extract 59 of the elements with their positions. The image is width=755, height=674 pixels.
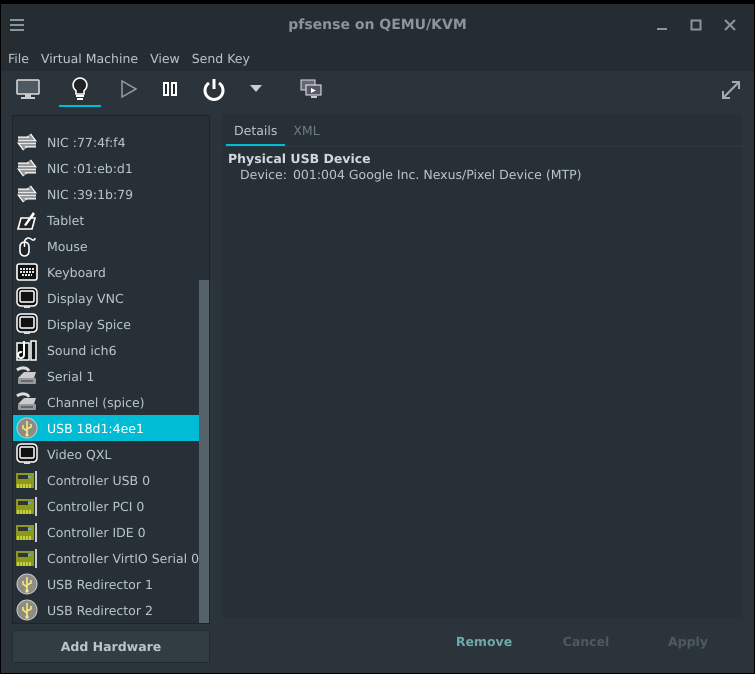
device-item[interactable]: Controller USB 0 — [13, 467, 200, 493]
cable-icon — [15, 392, 39, 412]
circuit-board-icon — [15, 469, 39, 491]
usb-icon — [15, 599, 39, 621]
menu-item[interactable]: View — [150, 50, 180, 66]
monitor-icon — [16, 79, 40, 100]
device-item[interactable]: Controller VirtIO Serial 0 — [13, 545, 200, 571]
menu-item[interactable]: Virtual Machine — [40, 50, 138, 66]
menu-item[interactable]: Send Key — [192, 50, 250, 66]
device-item[interactable]: Display Spice — [13, 311, 200, 337]
maximize-icon[interactable] — [690, 18, 702, 31]
arrows-icon — [15, 157, 39, 179]
scrollbar-thumb[interactable] — [199, 280, 209, 623]
device-item[interactable]: NIC :39:1b:79 — [13, 181, 200, 207]
play-icon — [120, 79, 138, 100]
monitors-icon — [300, 79, 322, 100]
monitor-icon — [15, 313, 39, 335]
device-item[interactable]: USB Redirector 2 — [13, 597, 200, 623]
menu-item[interactable]: File — [8, 50, 29, 66]
caret-icon — [250, 85, 262, 94]
device-item[interactable]: Keyboard — [13, 259, 200, 285]
lightbulb-icon — [71, 77, 89, 102]
device-item[interactable]: Tablet — [13, 207, 200, 233]
arrows-icon — [15, 183, 39, 205]
field-value: 001:004 Google Inc. Nexus/Pixel Device (MTP) — [292, 167, 582, 182]
power-icon — [202, 77, 226, 102]
device-item[interactable]: NIC :77:4f:f4 — [13, 129, 200, 155]
device-item[interactable]: Mouse — [13, 233, 200, 259]
close-icon[interactable] — [724, 18, 736, 31]
device-item[interactable]: Sound ich6 — [13, 337, 200, 363]
tab[interactable]: Details — [226, 115, 286, 146]
device-item[interactable]: USB Redirector 1 — [13, 571, 200, 597]
device-item[interactable]: Video QXL — [13, 441, 200, 467]
section-heading: Physical USB Device — [228, 151, 372, 166]
pause-icon — [162, 81, 178, 98]
device-item[interactable]: NIC :01:eb:d1 — [13, 155, 200, 181]
tablet-icon — [15, 209, 39, 231]
device-item[interactable]: Controller IDE 0 — [13, 519, 200, 545]
field-label: Device: — [240, 167, 287, 182]
circuit-board-icon — [15, 521, 39, 543]
device-item[interactable]: Controller PCI 0 — [13, 493, 200, 519]
circuit-board-icon — [15, 495, 39, 517]
device-item[interactable]: Serial 1 — [13, 363, 200, 389]
usb-icon — [15, 417, 39, 439]
device-item[interactable]: Display VNC — [13, 285, 200, 311]
cable-icon — [15, 366, 39, 386]
arrows-icon — [15, 131, 39, 153]
monitor-icon — [15, 443, 39, 465]
window-title: pfsense on QEMU/KVM — [287, 16, 468, 33]
usb-icon — [15, 573, 39, 595]
monitor-icon — [15, 287, 39, 309]
add-hardware-button[interactable]: Add Hardware — [12, 630, 210, 663]
action-button[interactable]: Remove — [435, 632, 533, 650]
fullscreen-icon[interactable] — [720, 79, 742, 102]
menu-icon[interactable] — [10, 18, 24, 31]
speaker-icon — [15, 339, 39, 361]
device-item[interactable]: Channel (spice) — [13, 389, 200, 415]
circuit-board-icon — [15, 547, 39, 569]
keyboard-icon — [15, 263, 39, 281]
